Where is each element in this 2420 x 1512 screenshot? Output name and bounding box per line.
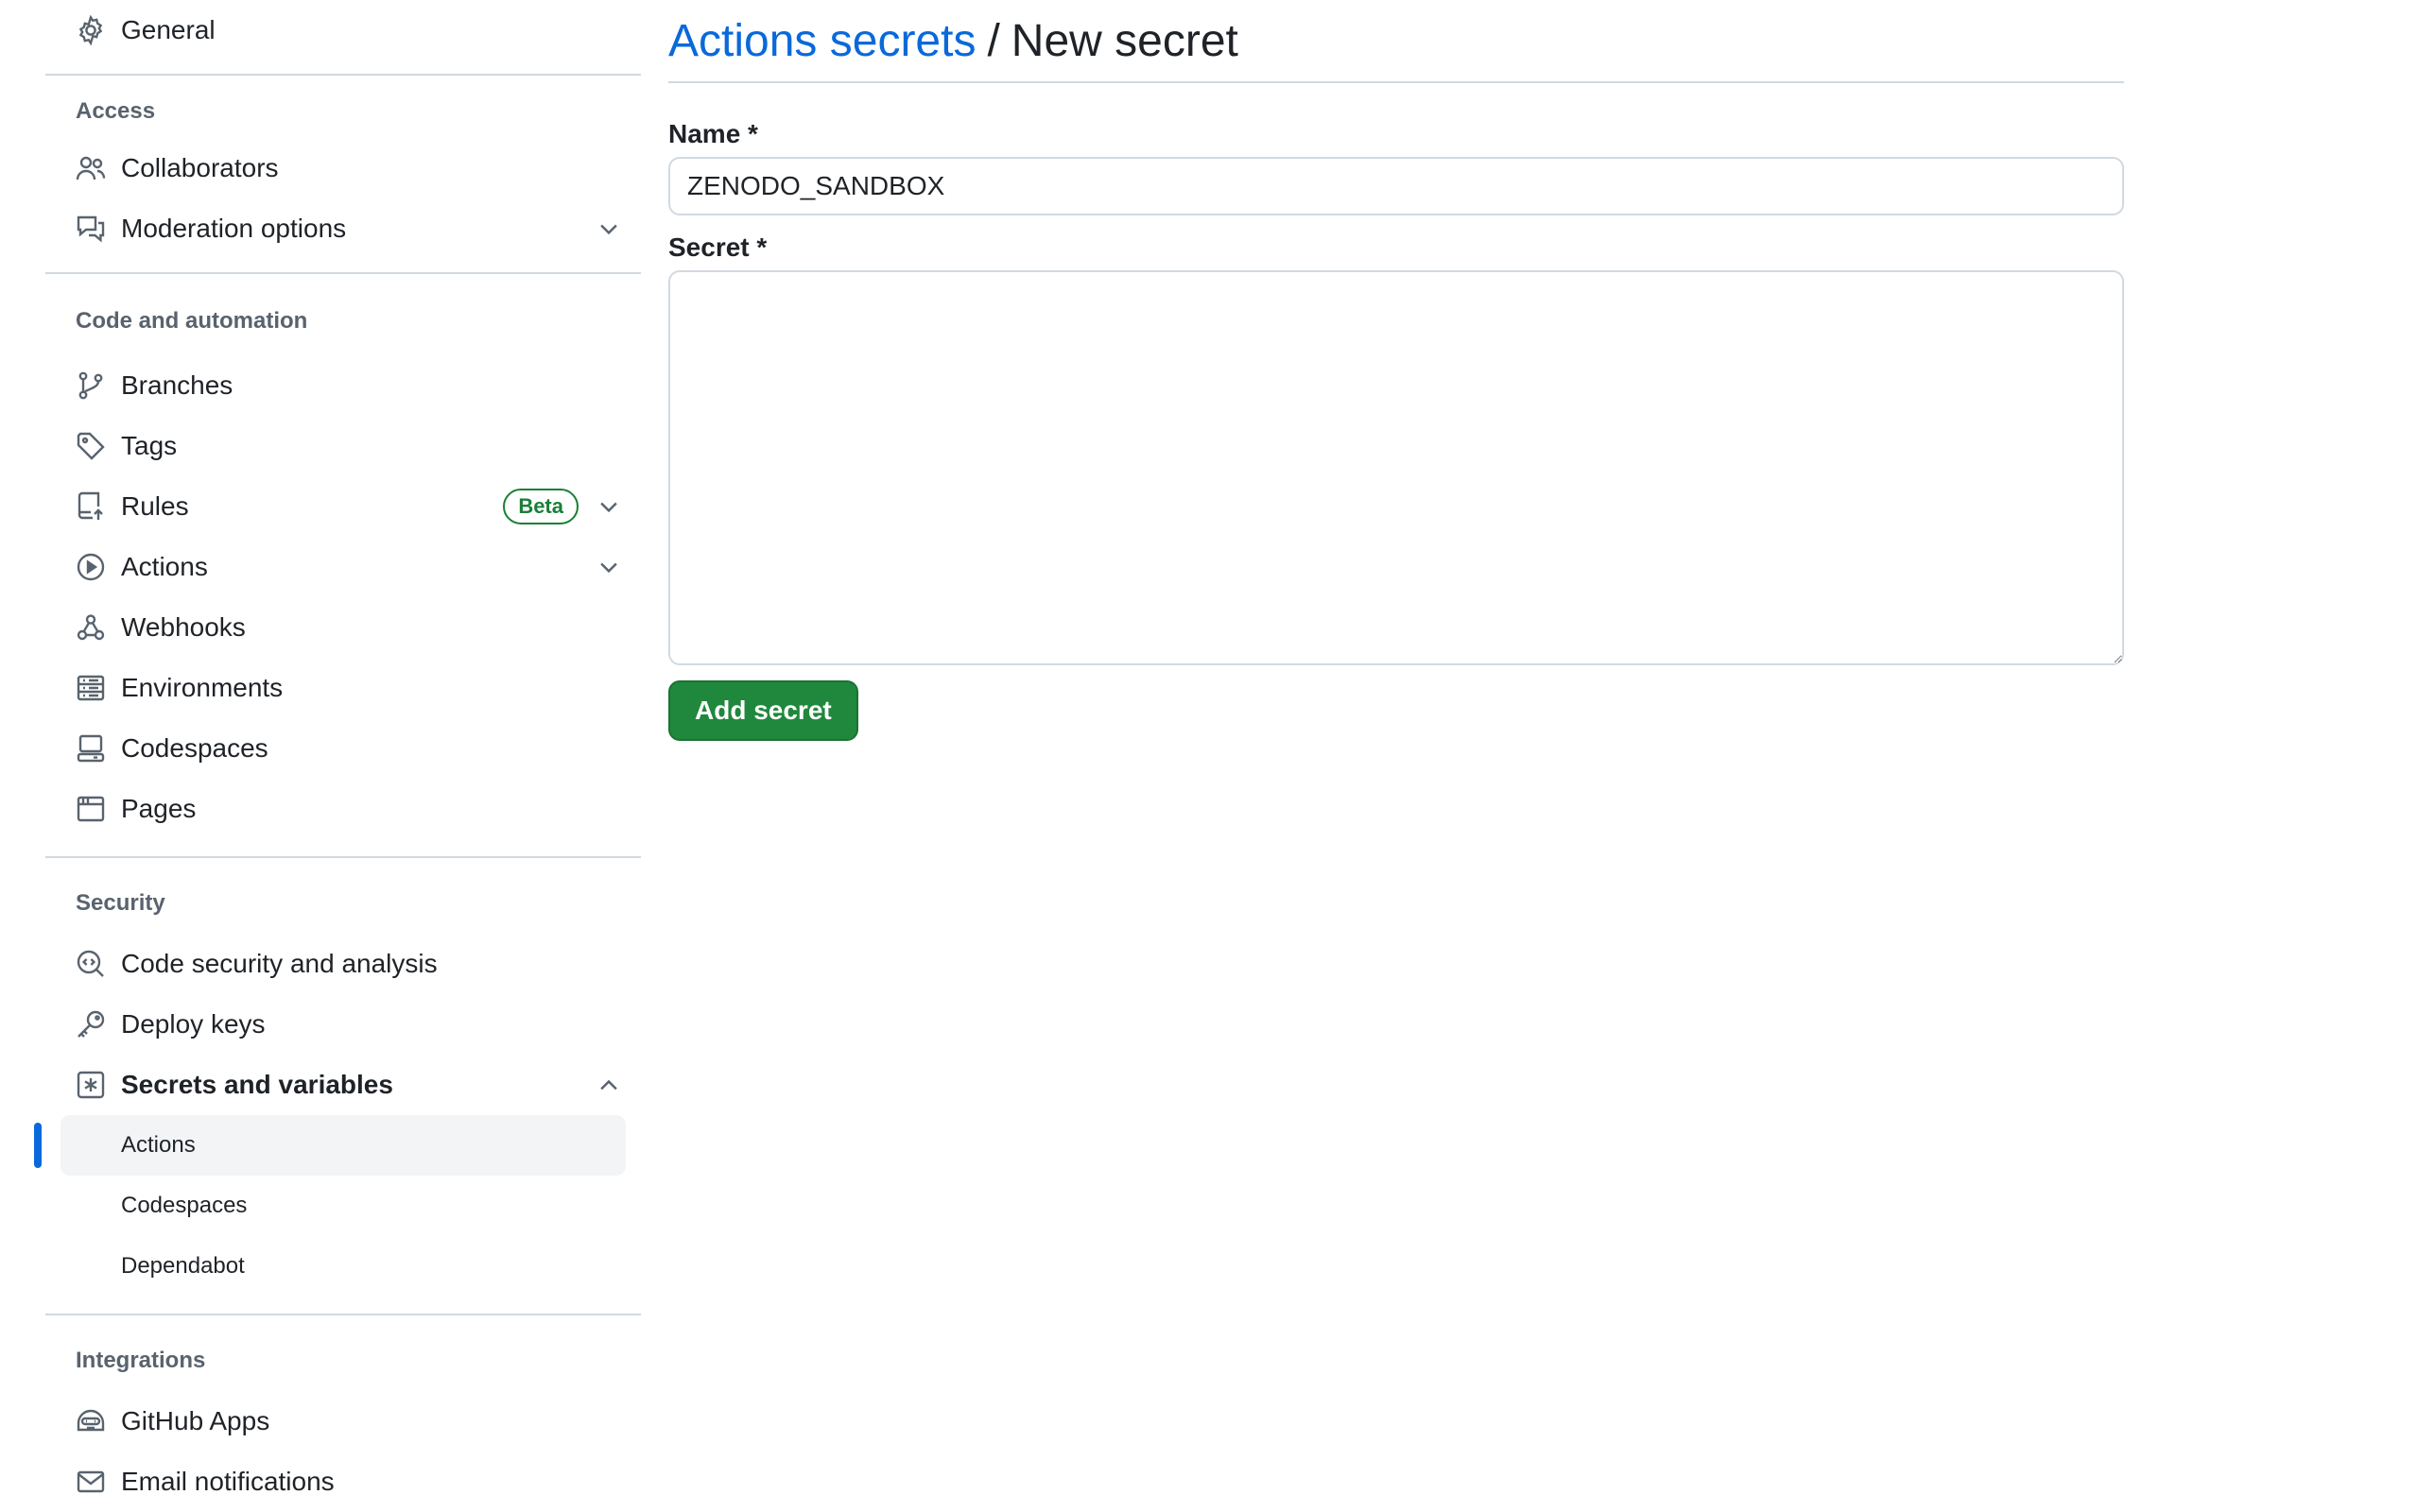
play-icon — [76, 552, 106, 582]
repo-push-icon — [76, 491, 106, 522]
sidebar-item-github-apps[interactable]: GitHub Apps — [45, 1395, 641, 1448]
section-heading-code-and-automation: Code and automation — [76, 308, 308, 334]
sidebar-divider — [45, 856, 641, 858]
key-icon — [76, 1009, 106, 1040]
comment-discussion-icon — [76, 214, 106, 244]
section-heading-access: Access — [76, 98, 156, 124]
codespaces-icon — [76, 733, 106, 764]
sidebar-item-label: Code security and analysis — [121, 949, 438, 978]
sidebar-divider — [45, 1314, 641, 1315]
chevron-down-icon[interactable] — [596, 493, 622, 520]
sidebar-item-environments[interactable]: Environments — [45, 662, 641, 714]
codescan-icon — [76, 949, 106, 979]
add-secret-button[interactable]: Add secret — [668, 680, 858, 741]
sidebar-item-label: Branches — [121, 370, 233, 400]
sidebar-item-label: Environments — [121, 673, 284, 702]
sidebar-item-email-notifications[interactable]: Email notifications — [45, 1455, 641, 1508]
sidebar-divider — [45, 74, 641, 76]
sidebar-item-collaborators[interactable]: Collaborators — [45, 142, 641, 195]
chevron-up-icon[interactable] — [596, 1072, 622, 1098]
sidebar-item-actions[interactable]: Actions — [45, 541, 641, 593]
page-header: Actions secrets / New secret — [668, 0, 2124, 83]
settings-sidebar: General Access Collaborators Moderation … — [34, 0, 641, 1508]
sidebar-subitem-codespaces[interactable]: Codespaces — [45, 1176, 641, 1236]
sidebar-item-label: Rules — [121, 491, 189, 521]
sidebar-subitem-label: Dependabot — [121, 1253, 245, 1279]
secret-name-input[interactable] — [668, 157, 2124, 215]
sidebar-item-label: General — [121, 15, 216, 44]
sidebar-item-label: Actions — [121, 552, 208, 581]
sidebar-subitem-actions[interactable]: Actions — [34, 1115, 626, 1176]
sidebar-item-moderation-options[interactable]: Moderation options — [45, 202, 641, 255]
hubot-icon — [76, 1406, 106, 1436]
sidebar-item-secrets-and-variables[interactable]: Secrets and variables — [45, 1058, 641, 1111]
gear-icon — [76, 15, 106, 45]
sidebar-item-code-security[interactable]: Code security and analysis — [45, 937, 641, 990]
sidebar-item-label: Email notifications — [121, 1467, 335, 1496]
sidebar-item-label: Webhooks — [121, 612, 246, 642]
chevron-down-icon[interactable] — [596, 554, 622, 580]
sidebar-item-label: Secrets and variables — [121, 1070, 393, 1099]
secret-value-textarea[interactable] — [668, 270, 2124, 665]
settings-page: General Access Collaborators Moderation … — [0, 0, 2420, 1512]
sidebar-item-pages[interactable]: Pages — [45, 782, 641, 835]
sidebar-item-general[interactable]: General — [45, 0, 641, 60]
sidebar-item-branches[interactable]: Branches — [45, 359, 641, 412]
git-branch-icon — [76, 370, 106, 401]
sidebar-item-label: Collaborators — [121, 153, 279, 182]
main-content: Actions secrets / New secret Name * Secr… — [668, 0, 2124, 741]
breadcrumb-actions-secrets-link[interactable]: Actions secrets — [668, 15, 976, 67]
sidebar-item-webhooks[interactable]: Webhooks — [45, 601, 641, 654]
sidebar-item-label: GitHub Apps — [121, 1406, 270, 1435]
sidebar-item-rules[interactable]: Rules Beta — [45, 480, 641, 533]
breadcrumb-separator: / — [987, 15, 1000, 66]
chevron-down-icon[interactable] — [596, 215, 622, 242]
section-heading-security: Security — [76, 890, 165, 916]
webhook-icon — [76, 612, 106, 643]
sidebar-subitem-label: Actions — [121, 1132, 196, 1158]
sidebar-item-label: Deploy keys — [121, 1009, 266, 1039]
secret-field-label: Secret * — [668, 232, 768, 262]
sidebar-item-label: Moderation options — [121, 214, 347, 243]
new-secret-form: Name * Secret * Add secret — [668, 119, 2124, 741]
name-field-label: Name * — [668, 119, 758, 148]
active-indicator — [34, 1123, 42, 1168]
sidebar-item-tags[interactable]: Tags — [45, 420, 641, 472]
people-icon — [76, 153, 106, 183]
section-heading-integrations: Integrations — [76, 1348, 206, 1373]
sidebar-subitem-label: Codespaces — [121, 1193, 248, 1218]
page-title: New secret — [1011, 15, 1238, 66]
tag-icon — [76, 431, 106, 461]
sidebar-item-codespaces[interactable]: Codespaces — [45, 722, 641, 775]
browser-icon — [76, 794, 106, 824]
mail-icon — [76, 1467, 106, 1497]
beta-badge: Beta — [503, 489, 579, 524]
sidebar-divider — [45, 272, 641, 274]
sidebar-item-label: Codespaces — [121, 733, 268, 763]
sidebar-subitem-dependabot[interactable]: Dependabot — [45, 1236, 641, 1297]
key-asterisk-icon — [76, 1070, 106, 1100]
sidebar-item-label: Tags — [121, 431, 178, 460]
sidebar-item-deploy-keys[interactable]: Deploy keys — [45, 998, 641, 1051]
sidebar-item-label: Pages — [121, 794, 197, 823]
server-icon — [76, 673, 106, 703]
